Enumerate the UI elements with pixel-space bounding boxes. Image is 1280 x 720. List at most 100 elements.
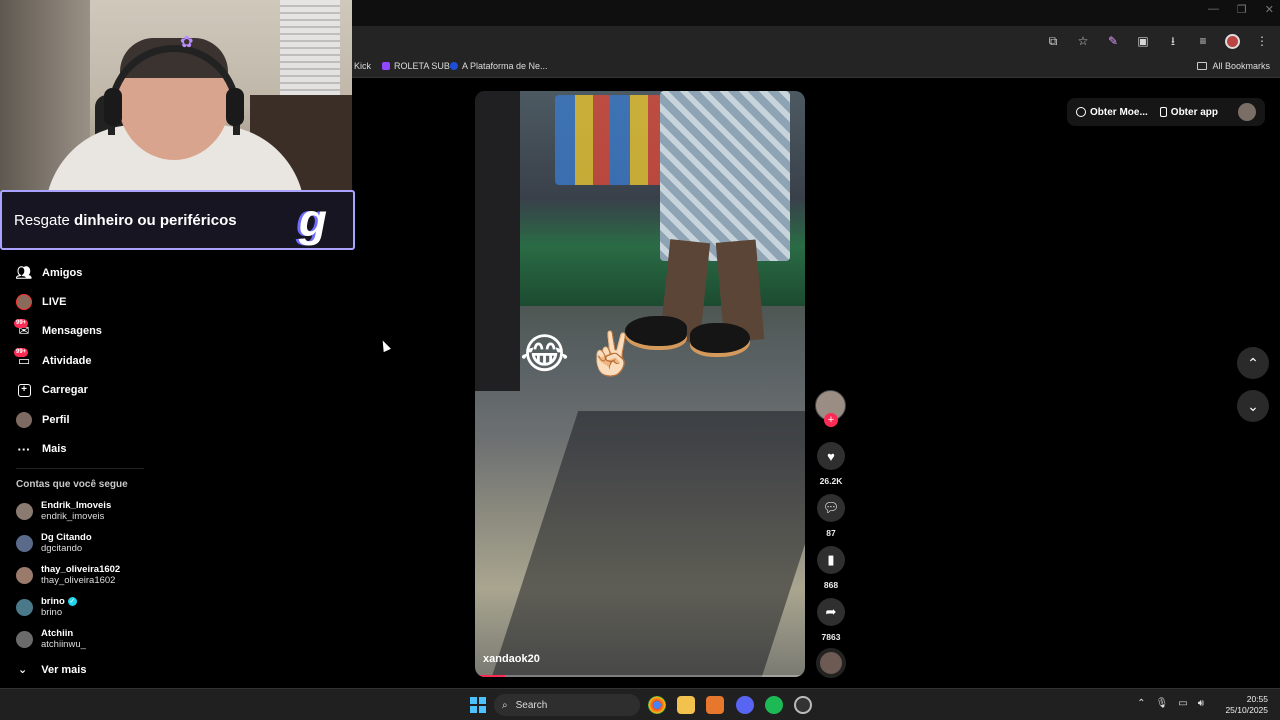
sidebar-item-carregar[interactable]: + Carregar: [16, 376, 146, 405]
comment-icon: 💬︎: [822, 500, 840, 515]
share-icon: ➦: [825, 604, 837, 619]
volume-icon[interactable]: 🔊︎: [1198, 698, 1204, 709]
notification-badge: 99+: [14, 318, 29, 328]
microphone-icon[interactable]: 🎙︎: [1156, 698, 1169, 709]
minimize-icon[interactable]: —: [1208, 3, 1219, 16]
bookmark-plataforma[interactable]: A Plataforma de Ne...: [450, 61, 548, 71]
menu-dots-icon[interactable]: ⋮: [1254, 33, 1270, 49]
windows-start-icon[interactable]: [470, 697, 486, 713]
bookmark-roleta-sub[interactable]: ROLETA SUB: [382, 61, 450, 71]
get-coins-label: Obter Moe...: [1090, 106, 1148, 118]
sidebar-item-perfil[interactable]: Perfil: [16, 405, 146, 434]
save-button[interactable]: ▮: [817, 546, 845, 574]
following-account[interactable]: thay_oliveira1602 thay_oliveira1602: [16, 564, 156, 586]
obs-icon[interactable]: [794, 696, 812, 714]
account-name: Endrik_Imoveis: [41, 500, 112, 511]
see-more-button[interactable]: ⌄ Ver mais: [18, 663, 87, 677]
user-avatar[interactable]: [1238, 103, 1256, 121]
sidebar-item-atividade[interactable]: ▭ 99+ Atividade: [14, 346, 146, 375]
extension-pen-icon[interactable]: ✎: [1105, 33, 1121, 49]
follow-plus-icon[interactable]: +: [824, 413, 838, 427]
star-icon[interactable]: ☆: [1075, 33, 1091, 49]
taskbar-search[interactable]: ⌕ Search: [494, 694, 640, 716]
close-icon[interactable]: ✕: [1265, 3, 1274, 16]
all-bookmarks-button[interactable]: All Bookmarks: [1197, 61, 1270, 71]
sidebar-item-label: Mais: [42, 443, 67, 456]
notification-badge: 99+: [14, 348, 29, 358]
chrome-icon[interactable]: [648, 696, 666, 714]
puzzle-icon[interactable]: ▣: [1135, 33, 1151, 49]
sidebar-item-label: Carregar: [42, 384, 88, 397]
chevron-down-icon: ⌄: [1247, 397, 1259, 414]
share-button[interactable]: ➦: [817, 598, 845, 626]
headset-earcup: [226, 88, 244, 126]
sidebar-item-mensagens[interactable]: ✉ 99+ Mensagens: [14, 317, 146, 346]
comment-button[interactable]: 💬︎: [817, 494, 845, 522]
video-username[interactable]: xandaok20: [483, 653, 540, 665]
video-player[interactable]: 😂 ✌🏻 xandaok20: [475, 91, 805, 677]
music-disc-icon[interactable]: [816, 648, 846, 678]
sidebar-item-amigos[interactable]: 👥︎ Amigos: [16, 258, 146, 287]
account-name-row: brino ✓: [41, 596, 77, 607]
file-explorer-icon[interactable]: [677, 696, 695, 714]
search-placeholder: Search: [515, 699, 548, 711]
top-right-actions: Obter Moe... Obter app: [1067, 98, 1265, 126]
network-icon[interactable]: ▭: [1178, 698, 1187, 709]
account-name: thay_oliveira1602: [41, 564, 121, 575]
profile-avatar[interactable]: [1225, 33, 1240, 49]
following-account[interactable]: Dg Citando dgcitando: [16, 532, 156, 554]
sidebar-item-label: Perfil: [42, 413, 70, 426]
laughing-emoji: 😂: [520, 330, 570, 377]
like-button[interactable]: ♥: [817, 442, 845, 470]
see-more-label: Ver mais: [41, 663, 87, 676]
get-app-label: Obter app: [1170, 106, 1219, 118]
video-progress-bar[interactable]: [475, 675, 805, 677]
chevron-up-icon: ⌃: [1247, 354, 1259, 371]
get-app-button[interactable]: Obter app: [1159, 106, 1219, 118]
next-video-button[interactable]: ⌄: [1237, 390, 1269, 422]
video-scene-shorts: [660, 91, 790, 261]
search-icon: ⌕: [502, 699, 508, 711]
account-avatar: [16, 630, 33, 648]
download-icon[interactable]: ⭳: [1165, 33, 1181, 49]
video-scene-shoe: [690, 323, 750, 353]
windows-taskbar: ⌕ Search ⌃ 🎙︎ ▭ 🔊︎ 20:55 25/10/2025: [0, 688, 1280, 720]
window-controls: — ❐ ✕: [1208, 3, 1274, 16]
chevron-up-icon[interactable]: ⌃: [1137, 698, 1145, 709]
bookmark-label: Kick: [354, 61, 372, 71]
promo-logo: g: [298, 194, 327, 246]
bookmark-favicon: [450, 62, 458, 70]
maximize-icon[interactable]: ❐: [1237, 3, 1247, 16]
video-progress-fill: [475, 675, 505, 677]
upload-icon: +: [16, 382, 32, 398]
clock-date: 25/10/2025: [1225, 705, 1268, 715]
coin-icon: [1076, 107, 1086, 117]
spotify-icon[interactable]: [765, 696, 783, 714]
account-avatar: [16, 598, 33, 616]
promo-prefix: Resgate: [14, 211, 75, 229]
account-handle: endrik_imoveis: [41, 511, 105, 522]
all-bookmarks-label: All Bookmarks: [1212, 61, 1270, 71]
sidebar-item-live[interactable]: LIVE: [16, 287, 146, 316]
following-account[interactable]: Atchiin atchiinwu_: [16, 628, 156, 650]
following-account[interactable]: brino ✓ brino: [16, 596, 156, 618]
folder-icon: [1197, 62, 1208, 70]
bookmark-icon: ▮: [827, 552, 835, 567]
sidebar-item-label: LIVE: [42, 296, 67, 309]
bookmark-kick[interactable]: Kick: [354, 61, 371, 71]
live-avatar-icon: [16, 294, 32, 311]
get-coins-button[interactable]: Obter Moe...: [1076, 107, 1148, 118]
promo-bold: dinheiro ou periféricos: [74, 211, 237, 229]
discord-icon[interactable]: [736, 696, 754, 714]
media-control-icon[interactable]: ≡: [1195, 33, 1211, 49]
friends-icon: 👥︎: [15, 264, 33, 280]
mouse-cursor-icon: [379, 338, 391, 353]
following-account[interactable]: Endrik_Imoveis endrik_imoveis: [16, 500, 156, 522]
clock[interactable]: 20:55 25/10/2025: [1225, 694, 1268, 716]
cat-ear-icon: ✿: [180, 34, 194, 51]
sidebar-item-label: Atividade: [42, 354, 92, 367]
cast-icon[interactable]: ⧉: [1045, 33, 1061, 49]
app-icon[interactable]: [706, 696, 724, 714]
sidebar-item-mais[interactable]: ··· Mais: [16, 434, 146, 463]
previous-video-button[interactable]: ⌃: [1237, 347, 1269, 379]
